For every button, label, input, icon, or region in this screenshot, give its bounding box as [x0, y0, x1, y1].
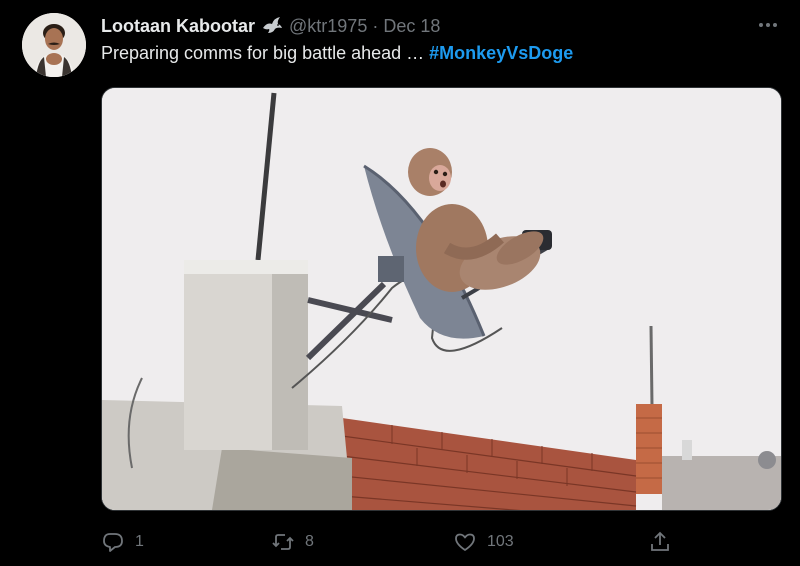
reply-count: 1 [135, 533, 144, 550]
retweet-count: 8 [305, 533, 314, 550]
tweet-action-bar: 1 8 103 [101, 527, 780, 557]
separator-dot: · [372, 15, 379, 36]
avatar[interactable] [22, 13, 86, 77]
like-button[interactable]: 103 [453, 527, 514, 557]
share-button[interactable] [648, 527, 672, 557]
author-name[interactable]: Lootaan Kabootar [101, 16, 255, 37]
retweet-icon [271, 530, 295, 554]
reply-button[interactable]: 1 [101, 527, 144, 557]
more-icon[interactable] [755, 14, 781, 36]
tweet-date[interactable]: Dec 18 [383, 16, 440, 37]
hashtag-link[interactable]: #MonkeyVsDoge [429, 43, 573, 63]
dove-icon [261, 16, 283, 36]
tweet-header: Lootaan Kabootar @ktr1975 · Dec 18 [101, 14, 440, 38]
retweet-button[interactable]: 8 [271, 527, 314, 557]
tweet-text: Preparing comms for big battle ahead … #M… [101, 43, 573, 64]
heart-icon [453, 530, 477, 554]
reply-icon [101, 530, 125, 554]
like-count: 103 [487, 533, 514, 550]
share-icon [648, 530, 672, 554]
tweet-body: Preparing comms for big battle ahead … [101, 43, 425, 63]
tweet-media-image[interactable] [101, 87, 782, 511]
tweet: Lootaan Kabootar @ktr1975 · Dec 18 Prepa… [0, 0, 800, 566]
author-handle[interactable]: @ktr1975 [289, 16, 367, 37]
